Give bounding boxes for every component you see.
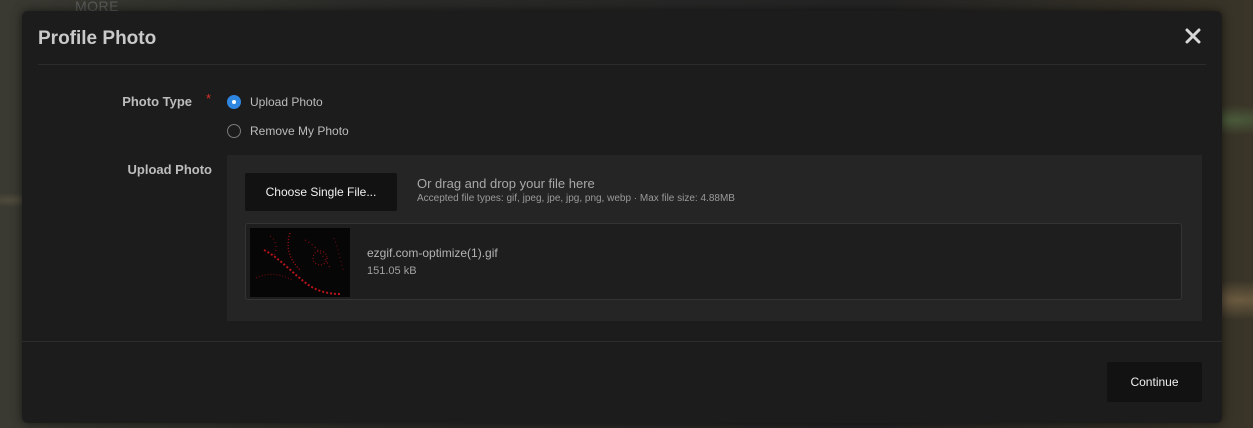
footer-divider [22,341,1222,342]
choose-file-button[interactable]: Choose Single File... [245,173,397,211]
file-thumbnail [250,228,350,297]
photo-type-label: Photo Type [122,94,192,109]
profile-photo-dialog: Profile Photo Photo Type * Upload Photo … [22,11,1222,423]
radio-unchecked-icon[interactable] [227,124,241,138]
file-dropzone[interactable]: Choose Single File... Or drag and drop y… [227,155,1202,321]
uploaded-file-item: ezgif.com-optimize(1).gif 151.05 kB [245,223,1182,300]
required-marker: * [206,91,212,106]
accepted-file-types: Accepted file types: gif, jpeg, jpe, jpg… [417,193,735,204]
dialog-header: Profile Photo [38,11,1206,65]
drag-drop-hint: Or drag and drop your file here [417,176,595,191]
continue-button[interactable]: Continue [1107,362,1202,402]
radio-label-upload-photo: Upload Photo [250,95,323,109]
file-name: ezgif.com-optimize(1).gif [367,246,498,260]
radio-upload-photo[interactable]: Upload Photo [227,95,323,109]
upload-photo-label: Upload Photo [127,162,213,177]
thumbnail-image [250,228,350,297]
radio-remove-photo[interactable]: Remove My Photo [227,124,349,138]
dialog-title: Profile Photo [38,28,157,49]
radio-checked-icon[interactable] [227,95,241,109]
close-icon [1185,28,1201,44]
file-size: 151.05 kB [367,265,417,277]
close-button[interactable] [1182,25,1204,47]
radio-label-remove-photo: Remove My Photo [250,124,349,138]
